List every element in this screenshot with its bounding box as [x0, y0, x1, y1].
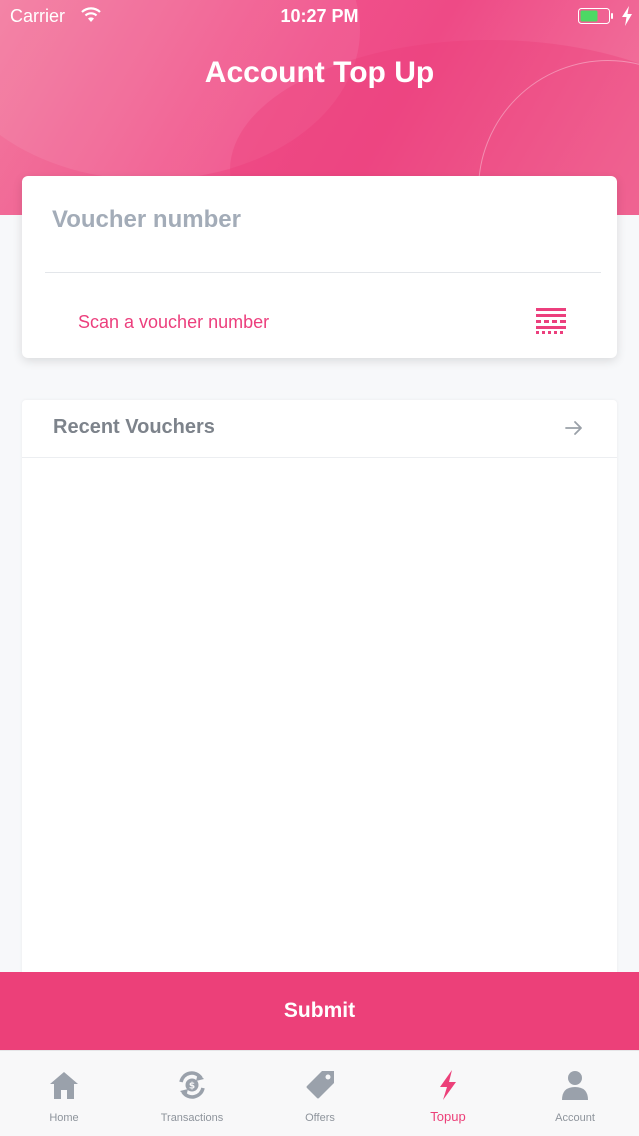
tab-transactions[interactable]: $ Transactions — [128, 1051, 256, 1136]
page-title: Account Top Up — [204, 56, 435, 89]
tab-label: Account — [555, 1112, 595, 1124]
divider — [45, 272, 601, 273]
svg-text:$: $ — [189, 1082, 195, 1092]
tab-home[interactable]: Home — [0, 1051, 128, 1136]
tab-bar: Home $ Transactions Offers Topup Account — [0, 1050, 639, 1136]
submit-button[interactable]: Submit — [0, 972, 639, 1050]
recent-vouchers-panel: Recent Vouchers — [22, 400, 617, 980]
lightning-icon — [440, 1070, 456, 1100]
recent-vouchers-header[interactable]: Recent Vouchers — [22, 400, 617, 458]
tab-topup[interactable]: Topup — [384, 1051, 512, 1136]
arrow-right-icon[interactable] — [564, 418, 584, 438]
voucher-card: Scan a voucher number — [22, 176, 617, 358]
charging-icon — [622, 6, 632, 26]
tab-account[interactable]: Account — [511, 1051, 639, 1136]
tab-label: Transactions — [160, 1112, 224, 1124]
status-time: 10:27 PM — [280, 6, 359, 26]
tag-icon — [306, 1071, 334, 1099]
home-icon — [50, 1072, 78, 1099]
battery-icon — [578, 8, 613, 24]
voucher-number-input[interactable] — [52, 202, 592, 238]
tab-label: Offers — [305, 1112, 335, 1124]
scan-voucher-button[interactable]: Scan a voucher number — [78, 312, 269, 333]
tab-label: Topup — [430, 1109, 466, 1124]
user-icon — [562, 1071, 588, 1100]
transactions-icon: $ — [179, 1071, 205, 1099]
barcode-scan-icon[interactable] — [536, 308, 566, 334]
tab-label: Home — [49, 1112, 79, 1124]
recent-vouchers-title: Recent Vouchers — [53, 416, 215, 438]
status-bar: Carrier 10:27 PM — [0, 0, 639, 34]
tab-offers[interactable]: Offers — [256, 1051, 384, 1136]
